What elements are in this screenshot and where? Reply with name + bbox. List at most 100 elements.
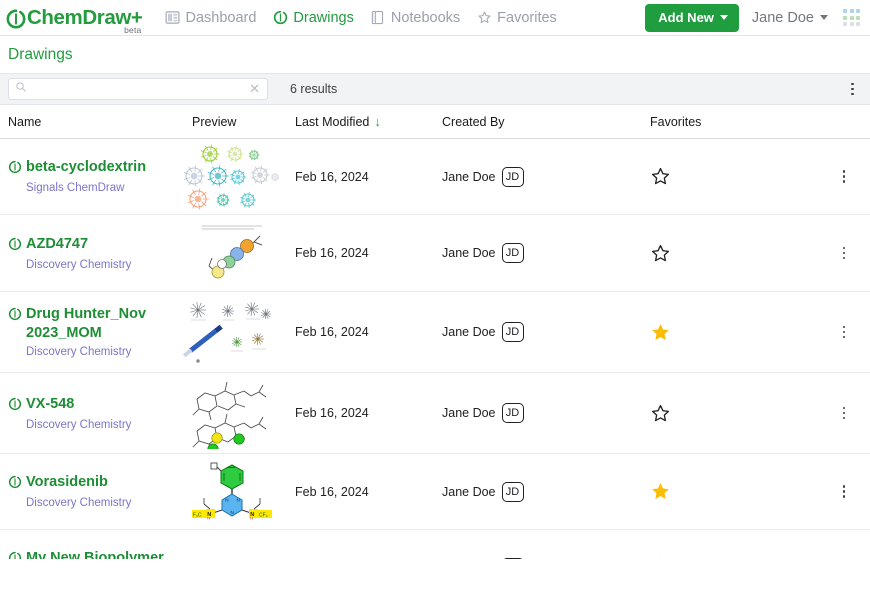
column-header-favorites[interactable]: Favorites: [626, 115, 818, 129]
avatar[interactable]: JD: [501, 322, 524, 342]
drug-hunter-structures-thumbnail: [182, 296, 282, 368]
nav-item-label: Dashboard: [185, 9, 257, 26]
search-input[interactable]: [33, 83, 243, 95]
avatar[interactable]: JD: [501, 166, 524, 187]
chevron-down-icon: [820, 15, 828, 20]
document-project-label: Signals ChemDraw: [26, 182, 125, 194]
chemdraw-document-icon: [8, 307, 22, 326]
user-menu[interactable]: Jane Doe: [752, 10, 828, 26]
kebab-menu-icon[interactable]: [837, 482, 852, 501]
avatar[interactable]: JD: [501, 243, 524, 263]
table-row[interactable]: Vorasidenib Discovery Chemistry NNN N N …: [0, 454, 870, 530]
cell-preview[interactable]: NNN N N H H F₃C CF₃: [170, 461, 293, 523]
table-header-row: Name Preview Last Modified ↓ Created By F…: [0, 105, 870, 139]
star-outline-icon[interactable]: [650, 166, 818, 187]
nav-item-label: Notebooks: [390, 9, 461, 26]
user-name: Jane Doe: [751, 9, 814, 26]
table-row[interactable]: AZD4747 Discovery Chemistry Feb 16, 2024…: [0, 215, 870, 292]
cell-preview[interactable]: [170, 377, 293, 449]
cell-name: VX-548 Discovery Chemistry: [0, 395, 170, 432]
cyclodextrin-cluster-thumbnail: [178, 144, 286, 210]
cell-favorite: [626, 166, 818, 187]
table-row[interactable]: VX-548 Discovery Chemistry Feb 16, 2024 …: [0, 373, 870, 454]
table-row[interactable]: My New Biopolymer Biopolymers Feb 14, 20…: [0, 530, 870, 559]
top-navigation-bar: ChemDraw+ beta Dashboard Drawings Notebo…: [0, 0, 870, 36]
nav-item-dashboard[interactable]: Dashboard: [164, 9, 256, 27]
kebab-menu-icon[interactable]: [837, 404, 852, 423]
column-header-last-modified[interactable]: Last Modified ↓: [293, 114, 440, 129]
cell-favorite: [626, 481, 818, 502]
cell-preview[interactable]: [170, 144, 293, 210]
cell-last-modified: Feb 16, 2024: [295, 484, 369, 499]
nav-item-label: Favorites: [497, 9, 557, 26]
cell-favorite: [626, 243, 818, 264]
document-name-link[interactable]: Vorasidenib: [26, 473, 108, 492]
star-outline-icon[interactable]: [650, 557, 818, 559]
kebab-menu-icon[interactable]: [837, 558, 852, 559]
column-header-name[interactable]: Name: [0, 115, 170, 129]
avatar[interactable]: JD: [501, 403, 524, 423]
close-icon[interactable]: ✕: [248, 82, 261, 95]
creator-name: Jane Doe: [442, 169, 496, 184]
creator-name: Jane Doe: [442, 406, 496, 420]
search-toolbar: ✕ 6 results: [0, 73, 870, 105]
nav-item-notebooks[interactable]: Notebooks: [370, 9, 460, 27]
biopolymer-sequence-thumbnail: [169, 559, 294, 560]
cell-name: My New Biopolymer Biopolymers: [0, 549, 170, 559]
apps-grid-icon[interactable]: [841, 7, 862, 28]
star-filled-icon[interactable]: [650, 481, 818, 502]
azd4747-structure-thumbnail: [184, 220, 280, 286]
table-row[interactable]: beta-cyclodextrin Signals ChemDraw Feb 1…: [0, 139, 870, 215]
dashboard-icon: [164, 10, 180, 26]
chemdraw-document-icon: [8, 160, 22, 179]
document-name-link[interactable]: My New Biopolymer: [26, 549, 164, 559]
svg-text:N: N: [236, 497, 239, 502]
search-icon: [15, 80, 27, 98]
nav-item-favorites[interactable]: Favorites: [476, 9, 557, 27]
cell-preview[interactable]: [170, 559, 293, 560]
column-header-created-by[interactable]: Created By: [440, 115, 626, 129]
document-name-link[interactable]: VX-548: [26, 395, 74, 414]
column-header-preview[interactable]: Preview: [170, 115, 293, 129]
star-filled-icon[interactable]: [650, 322, 818, 343]
star-outline-icon[interactable]: [650, 243, 818, 264]
avatar[interactable]: JD: [501, 481, 524, 502]
document-project-label: Discovery Chemistry: [26, 418, 132, 431]
vorasidenib-structure-thumbnail: NNN N N H H F₃C CF₃: [191, 461, 273, 523]
cell-name: Drug Hunter_Nov 2023_MOM Discovery Chemi…: [0, 305, 170, 359]
cell-row-menu: [818, 558, 870, 559]
search-box[interactable]: ✕: [8, 78, 268, 100]
column-header-label: Last Modified: [295, 115, 370, 129]
document-name-link[interactable]: Drug Hunter_Nov 2023_MOM: [26, 305, 170, 343]
cell-preview[interactable]: [170, 296, 293, 368]
avatar[interactable]: JD: [501, 557, 524, 559]
svg-text:H: H: [207, 516, 210, 520]
cell-preview[interactable]: [170, 220, 293, 286]
kebab-menu-icon[interactable]: [837, 323, 852, 342]
document-name-link[interactable]: AZD4747: [26, 235, 88, 254]
table-row[interactable]: Drug Hunter_Nov 2023_MOM Discovery Chemi…: [0, 292, 870, 373]
star-outline-icon: [476, 10, 492, 26]
results-count: 6 results: [290, 82, 338, 96]
brand-logo-area[interactable]: ChemDraw+ beta: [4, 6, 143, 35]
cell-created-by: Jane Doe JD: [440, 403, 626, 423]
nav-item-label: Drawings: [293, 9, 354, 26]
add-new-button[interactable]: Add New: [645, 3, 739, 32]
arrow-down-icon: ↓: [374, 114, 381, 129]
cell-created-by: Jane Doe JD: [440, 243, 626, 263]
cell-row-menu: [818, 167, 870, 186]
kebab-menu-icon[interactable]: [837, 167, 852, 186]
toolbar-kebab-menu-icon[interactable]: [845, 80, 860, 99]
document-name-link[interactable]: beta-cyclodextrin: [26, 158, 146, 177]
topbar-right-group: Add New Jane Doe: [645, 3, 862, 32]
nav-item-drawings[interactable]: Drawings: [272, 9, 354, 27]
chemdraw-logo-icon: [6, 9, 26, 29]
chemdraw-circle-icon: [272, 10, 288, 26]
star-outline-icon[interactable]: [650, 403, 818, 424]
table-body: beta-cyclodextrin Signals ChemDraw Feb 1…: [0, 139, 870, 559]
cell-row-menu: [818, 404, 870, 423]
svg-text:H: H: [250, 516, 253, 520]
svg-text:F₃C: F₃C: [192, 512, 201, 518]
kebab-menu-icon[interactable]: [837, 244, 852, 263]
cell-row-menu: [818, 482, 870, 501]
